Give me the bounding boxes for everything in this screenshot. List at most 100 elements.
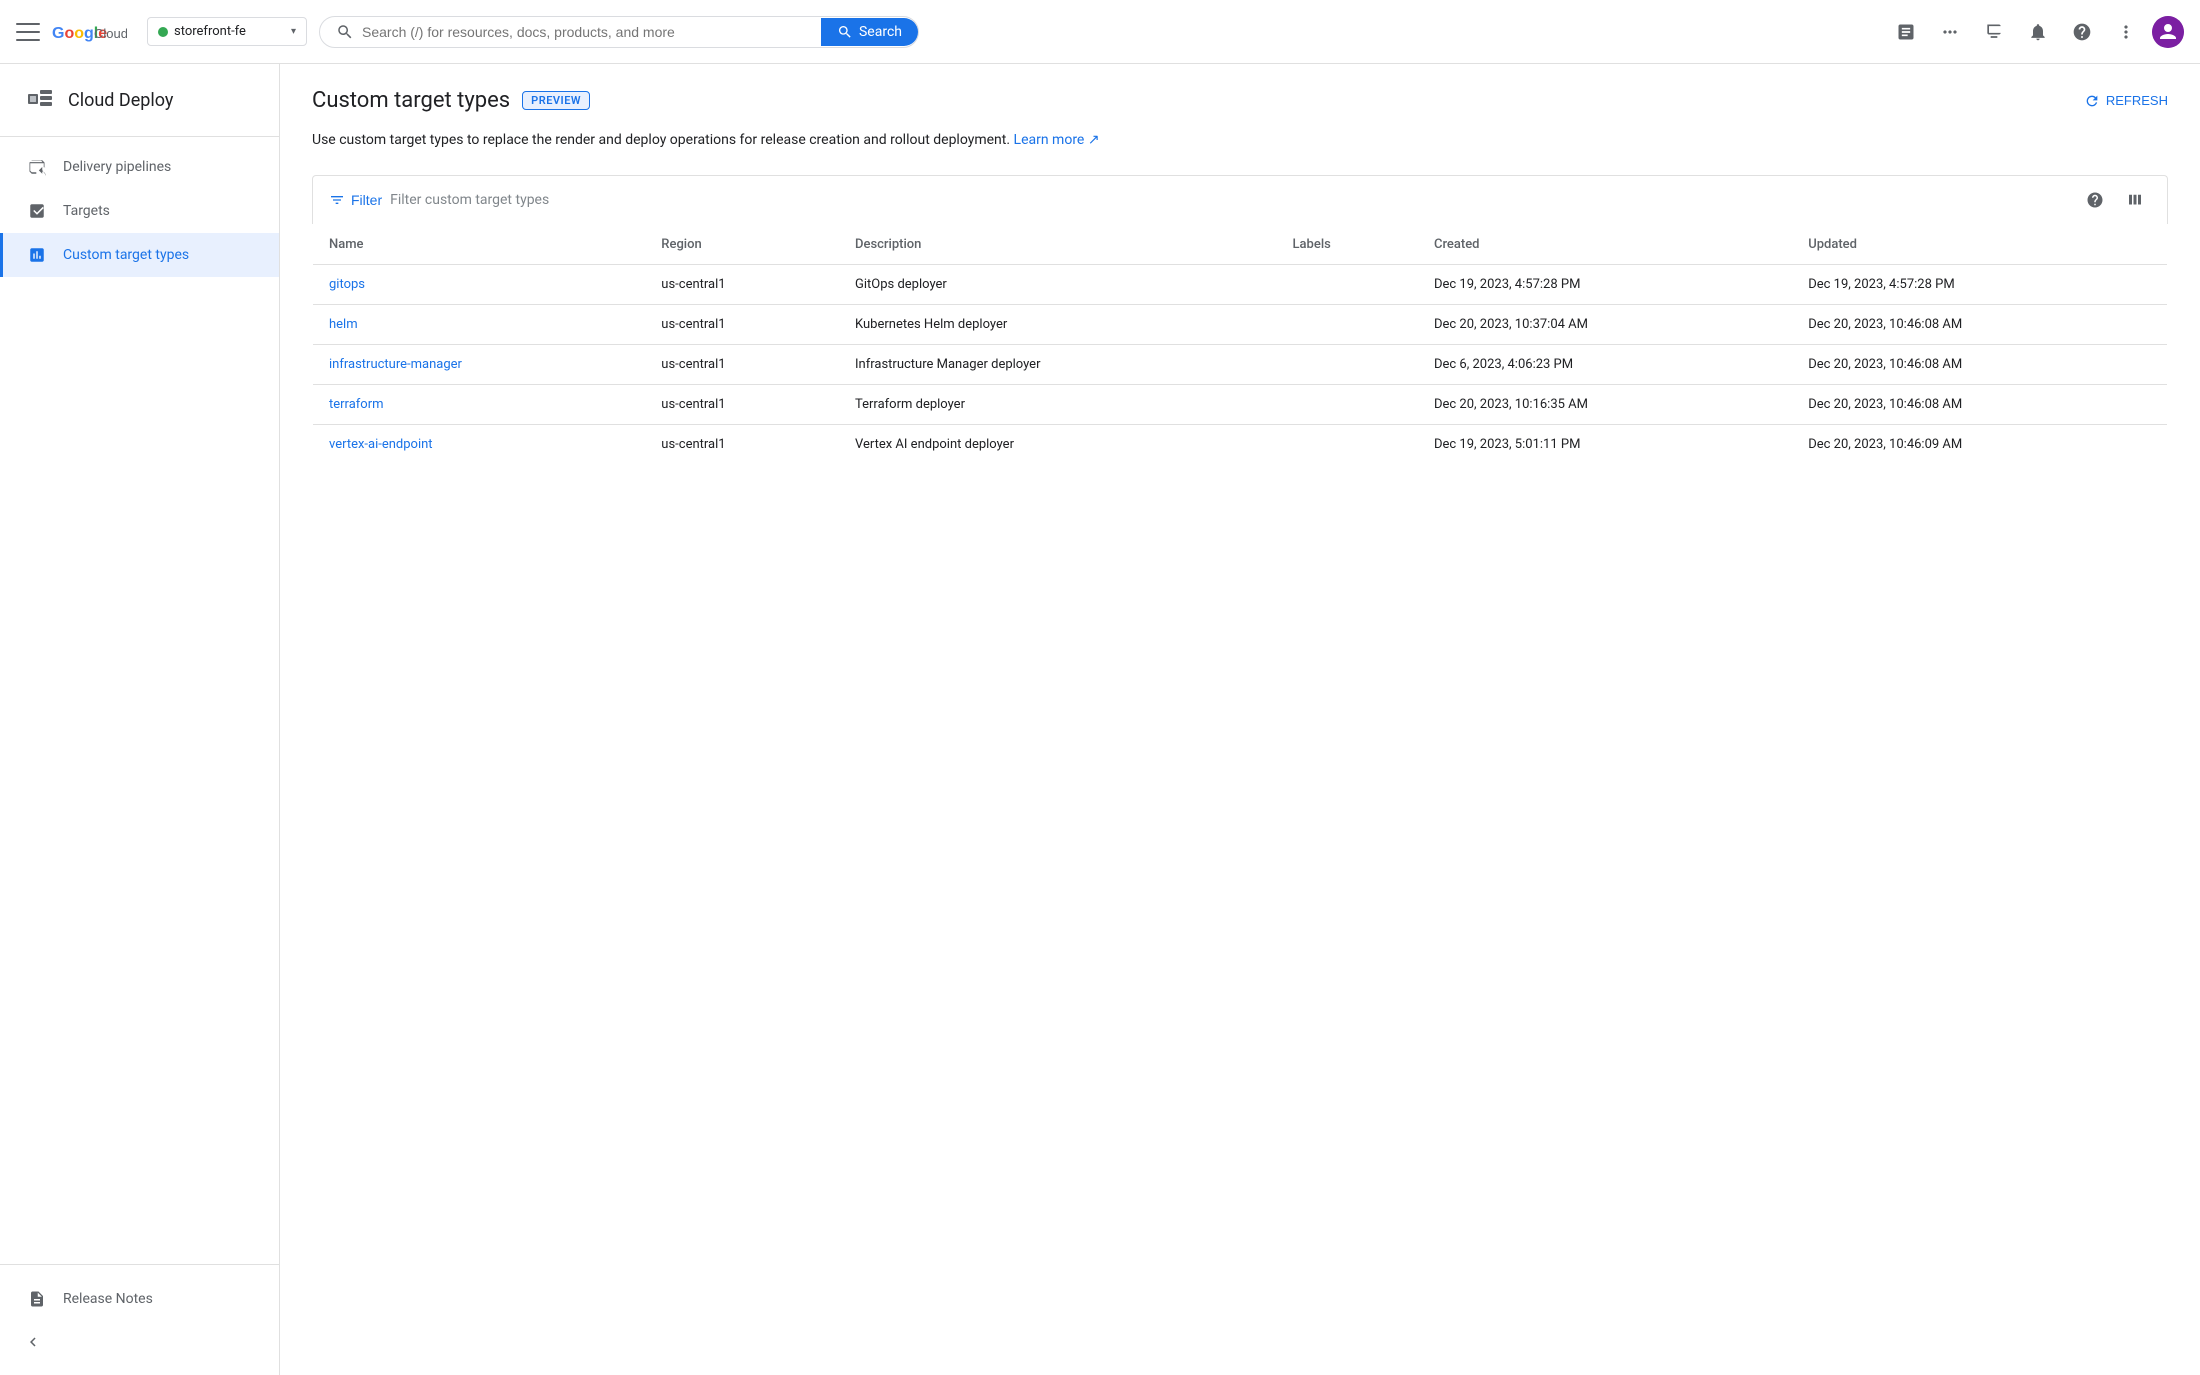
sidebar: Cloud Deploy Delivery pipelines Targets … — [0, 64, 280, 1375]
cell-description: Kubernetes Helm deployer — [839, 305, 1277, 345]
description-text: Use custom target types to replace the r… — [312, 132, 1010, 148]
sidebar-item-release-notes[interactable]: Release Notes — [0, 1277, 279, 1321]
monitor-icon-button[interactable] — [1976, 14, 2012, 50]
cell-region: us-central1 — [645, 305, 839, 345]
search-input[interactable] — [362, 24, 813, 40]
project-name: storefront-fe — [174, 24, 285, 39]
table-row: vertex-ai-endpoint us-central1Vertex AI e… — [313, 425, 2168, 465]
cell-updated: Dec 20, 2023, 10:46:08 AM — [1792, 305, 2167, 345]
topbar-icons — [1888, 14, 2184, 50]
cell-name: infrastructure-manager — [313, 345, 646, 385]
table-header: Name Region Description Labels Created U… — [313, 225, 2168, 265]
chevron-down-icon: ▾ — [291, 26, 296, 37]
col-header-created: Created — [1418, 225, 1792, 265]
search-button-icon — [837, 24, 853, 40]
cell-description: GitOps deployer — [839, 265, 1277, 305]
table-row: helm us-central1Kubernetes Helm deployer D… — [313, 305, 2168, 345]
col-header-name: Name — [313, 225, 646, 265]
cloud-deploy-icon — [24, 84, 56, 116]
cell-labels — [1277, 305, 1418, 345]
cell-name: vertex-ai-endpoint — [313, 425, 646, 465]
cell-updated: Dec 19, 2023, 4:57:28 PM — [1792, 265, 2167, 305]
toolbar-right — [2079, 184, 2151, 216]
cell-region: us-central1 — [645, 265, 839, 305]
refresh-button[interactable]: REFRESH — [2084, 93, 2168, 109]
table-body: gitopsus-central1GitOps deployerDec 19, … — [313, 265, 2168, 465]
cell-region: us-central1 — [645, 345, 839, 385]
cell-region: us-central1 — [645, 425, 839, 465]
sidebar-item-targets[interactable]: Targets — [0, 189, 279, 233]
search-button[interactable]: Search — [821, 18, 918, 46]
search-bar: Search — [319, 16, 919, 48]
search-icon — [336, 23, 354, 41]
cell-labels — [1277, 385, 1418, 425]
refresh-icon — [2084, 93, 2100, 109]
table-row: infrastructure-managerus-central1Infrast… — [313, 345, 2168, 385]
page-header: Custom target types PREVIEW REFRESH — [312, 88, 2168, 113]
table-row: gitops us-central1GitOps deployer Dec 19, … — [313, 265, 2168, 305]
cell-updated: Dec 20, 2023, 10:46:09 AM — [1792, 425, 2167, 465]
cell-updated: Dec 20, 2023, 10:46:08 AM — [1792, 345, 2167, 385]
table-row: terraformus-central1Terraform deployerDe… — [313, 385, 2168, 425]
learn-more-label: Learn more — [1014, 132, 1085, 148]
cell-created: Dec 20, 2023, 10:37:04 AM — [1418, 305, 1792, 345]
row-name-link[interactable]: helm — [329, 317, 358, 332]
filter-button[interactable]: Filter — [329, 192, 382, 208]
col-header-labels: Labels — [1277, 225, 1418, 265]
sidebar-title: Cloud Deploy — [68, 90, 173, 111]
sidebar-item-delivery-pipelines[interactable]: Delivery pipelines — [0, 145, 279, 189]
sidebar-collapse-button[interactable] — [0, 1321, 279, 1363]
hamburger-menu[interactable] — [16, 20, 40, 44]
col-header-region: Region — [645, 225, 839, 265]
more-icon-button[interactable] — [2108, 14, 2144, 50]
avatar[interactable] — [2152, 16, 2184, 48]
help-table-button[interactable] — [2079, 184, 2111, 216]
cell-labels — [1277, 345, 1418, 385]
cell-updated: Dec 20, 2023, 10:46:08 AM — [1792, 385, 2167, 425]
col-header-updated: Updated — [1792, 225, 2167, 265]
preview-badge: PREVIEW — [522, 91, 590, 110]
cell-labels — [1277, 265, 1418, 305]
page-title-area: Custom target types PREVIEW — [312, 88, 590, 113]
row-name-link[interactable]: gitops — [329, 277, 365, 292]
col-header-description: Description — [839, 225, 1277, 265]
cell-created: Dec 20, 2023, 10:16:35 AM — [1418, 385, 1792, 425]
cell-created: Dec 6, 2023, 4:06:23 PM — [1418, 345, 1792, 385]
cell-description: Vertex AI endpoint deployer — [839, 425, 1277, 465]
cell-name: terraform — [313, 385, 646, 425]
release-notes-icon — [27, 1289, 47, 1309]
sidebar-nav: Delivery pipelines Targets Custom target… — [0, 137, 279, 1264]
sidebar-item-custom-target-types-label: Custom target types — [63, 247, 189, 263]
cell-name: gitops — [313, 265, 646, 305]
learn-more-link[interactable]: Learn more ↗ — [1014, 132, 1100, 148]
row-name-link[interactable]: infrastructure-manager — [329, 357, 462, 372]
filter-placeholder: Filter custom target types — [390, 192, 2071, 208]
row-name-link[interactable]: terraform — [329, 397, 384, 412]
sidebar-item-custom-target-types[interactable]: Custom target types — [0, 233, 279, 277]
help-table-icon — [2086, 191, 2104, 209]
delivery-pipelines-icon — [27, 157, 47, 177]
refresh-label: REFRESH — [2106, 93, 2168, 108]
sidebar-item-release-notes-label: Release Notes — [63, 1291, 153, 1307]
cell-labels — [1277, 425, 1418, 465]
targets-icon — [27, 201, 47, 221]
content-area: Custom target types PREVIEW REFRESH Use … — [280, 64, 2200, 1375]
project-selector[interactable]: storefront-fe ▾ — [147, 17, 307, 46]
help-icon-button[interactable] — [2064, 14, 2100, 50]
notifications-icon-button[interactable] — [2020, 14, 2056, 50]
collapse-icon — [24, 1333, 42, 1351]
search-button-label: Search — [859, 24, 902, 40]
filter-label: Filter — [351, 192, 382, 208]
apps-icon-button[interactable] — [1932, 14, 1968, 50]
google-cloud-logo: Google Cloud — [52, 20, 127, 44]
main-layout: Cloud Deploy Delivery pipelines Targets … — [0, 64, 2200, 1375]
project-dot — [158, 27, 168, 37]
columns-button[interactable] — [2119, 184, 2151, 216]
cell-created: Dec 19, 2023, 5:01:11 PM — [1418, 425, 1792, 465]
custom-target-types-icon — [27, 245, 47, 265]
cell-region: us-central1 — [645, 385, 839, 425]
row-name-link[interactable]: vertex-ai-endpoint — [329, 437, 433, 452]
columns-icon — [2126, 191, 2144, 209]
external-link-icon: ↗ — [1088, 132, 1100, 148]
edit-icon-button[interactable] — [1888, 14, 1924, 50]
